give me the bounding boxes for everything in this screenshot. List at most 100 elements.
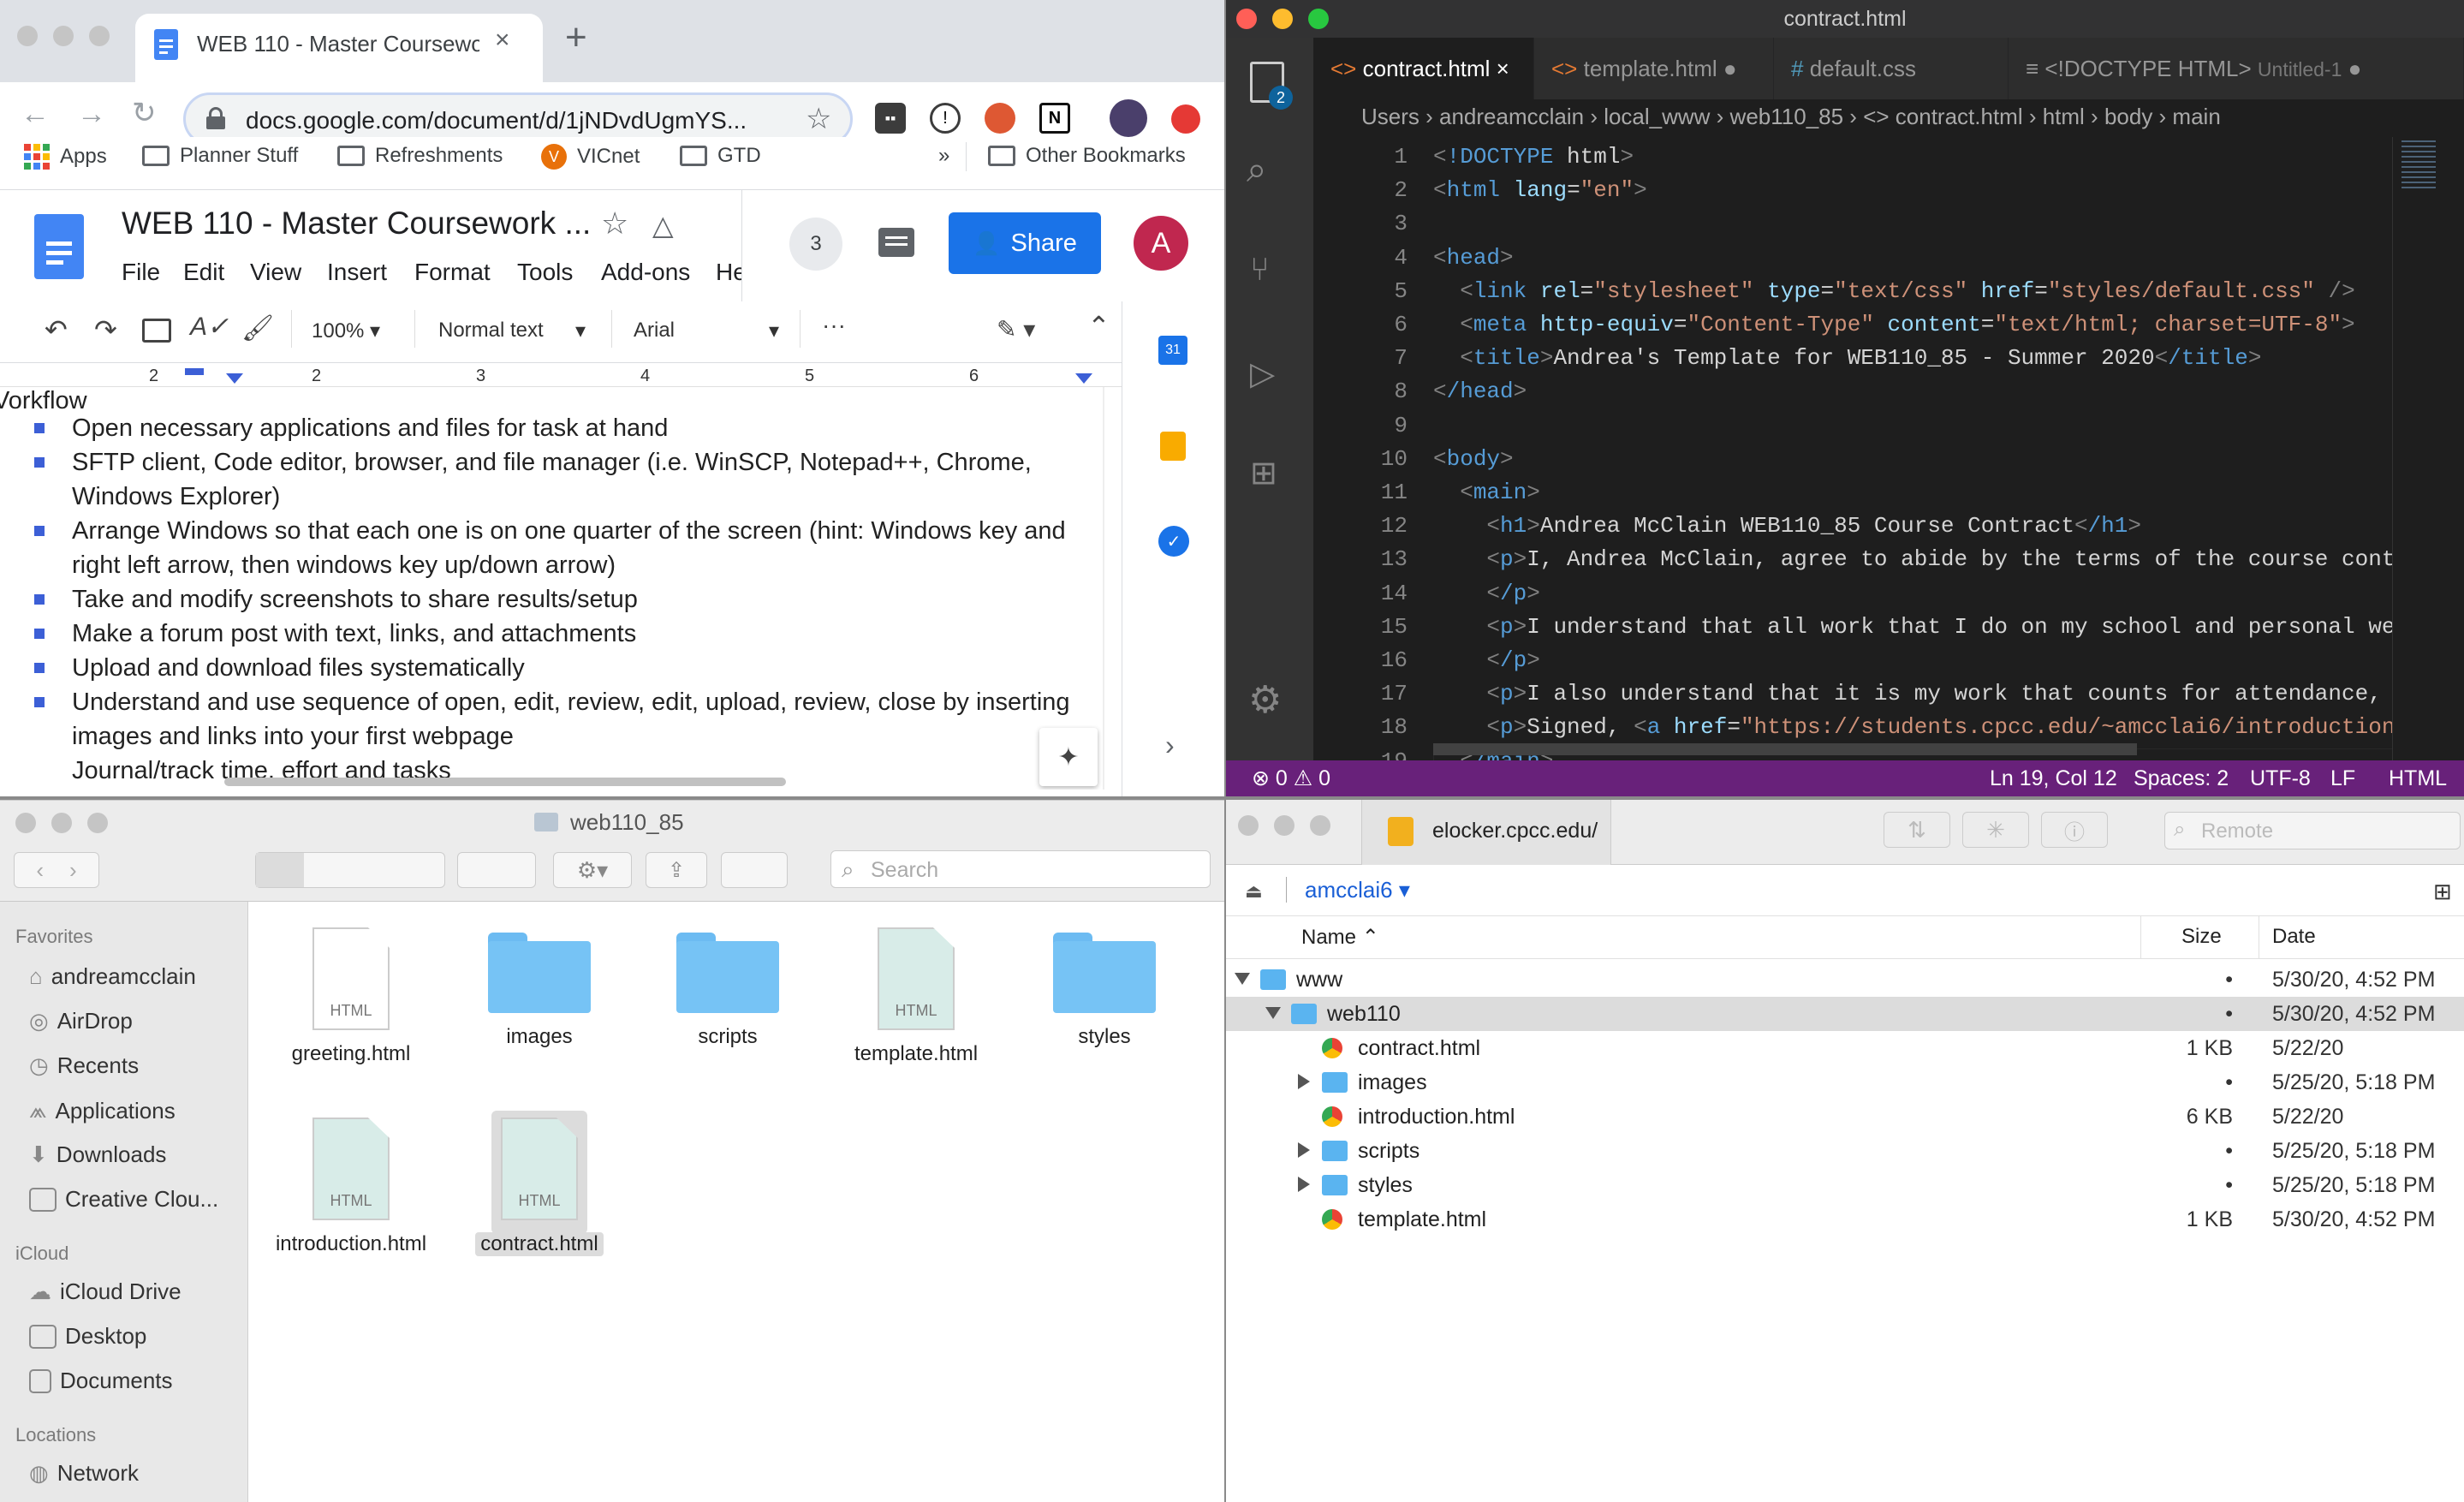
bookmark-apps[interactable]: Apps [24,144,107,170]
document-body[interactable]: Vorkflow Open necessary applications and… [0,387,1104,790]
close-tab-icon[interactable]: × [495,26,510,55]
indentation-status[interactable]: Spaces: 2 [2134,760,2229,796]
icon-view-icon[interactable] [256,853,304,887]
table-row[interactable]: styles • 5/25/20, 5:18 PM [1226,1168,2464,1202]
zoom-window-button[interactable] [87,813,108,833]
more-tools-button[interactable]: ··· [822,312,846,339]
sidebar-item-network[interactable]: ◍ Network [29,1460,139,1487]
close-window-button[interactable] [1236,9,1257,29]
menu-addons[interactable]: Add-ons [601,259,690,286]
profile-avatar[interactable] [1110,99,1147,137]
breadcrumb[interactable]: Users › andreamcclain › local_www › web1… [1313,99,2464,137]
table-row[interactable]: web110 • 5/30/20, 4:52 PM [1226,997,2464,1031]
minimize-window-button[interactable] [1272,9,1293,29]
table-row[interactable]: introduction.html 6 KB 5/22/20 [1226,1100,2464,1134]
duckduckgo-icon[interactable] [985,103,1015,134]
code-line[interactable]: </p> [1433,581,1539,606]
grid-view-icon[interactable]: ⊞ [2433,879,2452,905]
eol-status[interactable]: LF [2330,760,2355,796]
share-button[interactable]: 👤 Share [949,212,1101,274]
code-line[interactable]: <p>I, Andrea McClain, agree to abide by … [1433,546,2464,572]
tab-docs[interactable]: WEB 110 - Master Coursework × [135,14,543,82]
collaborators-count[interactable]: 3 [789,218,842,271]
bookmark-refreshments[interactable]: Refreshments [337,144,503,168]
disclosure-closed-icon[interactable] [1298,1177,1310,1192]
server-tab[interactable]: elocker.cpcc.edu/ [1361,800,1611,865]
document-title[interactable]: WEB 110 - Master Coursework ... [122,206,591,241]
close-window-button[interactable] [1238,815,1259,836]
file-item[interactable]: styles [1019,927,1190,1049]
forward-icon[interactable]: › [69,857,77,884]
eject-icon[interactable]: ⏏ [1245,880,1263,903]
right-margin-marker[interactable] [1075,373,1092,384]
tag-button[interactable] [721,852,788,888]
col-name-header[interactable]: Name ⌃ [1301,925,1379,950]
code-line[interactable]: <head> [1433,245,1514,271]
code-line[interactable]: <main> [1433,480,1540,505]
collapse-menu-icon[interactable]: ⌃ [1087,310,1110,343]
account-avatar[interactable]: A [1134,216,1188,271]
menu-file[interactable]: File [122,259,160,286]
minimap[interactable] [2392,137,2464,760]
back-icon[interactable]: ← [21,98,50,131]
search-field[interactable]: ⌕ Search [830,850,1211,888]
run-debug-icon[interactable]: ▷ [1250,355,1275,393]
view-mode-buttons[interactable] [255,852,445,888]
table-row[interactable]: scripts • 5/25/20, 5:18 PM [1226,1134,2464,1168]
tab-contract-html[interactable]: <> contract.html × [1313,38,1534,99]
tab-template-html[interactable]: <> template.html ● [1534,38,1774,99]
source-control-icon[interactable]: ⑂ [1250,252,1270,289]
close-window-button[interactable] [15,813,36,833]
code-line[interactable]: <!DOCTYPE html> [1433,144,1634,170]
file-item[interactable]: HTML contract.html [454,1111,625,1256]
file-item[interactable]: HTML greeting.html [265,927,437,1066]
file-item[interactable]: HTML template.html [830,927,1002,1066]
problems-status[interactable]: ⊗ 0 ⚠ 0 [1252,760,1330,796]
code-line[interactable]: <link rel="stylesheet" type="text/css" h… [1433,278,2355,304]
extension-icon-red[interactable] [1171,104,1200,134]
remote-search[interactable]: ⌕ Remote [2164,812,2461,849]
zoom-window-button[interactable] [1308,9,1329,29]
keep-icon[interactable] [1160,432,1186,461]
extension-icon-1[interactable]: ▪▪ [875,103,906,134]
tab-default-css[interactable]: # default.css [1774,38,2009,99]
sidebar-item-creative-cloud[interactable]: Creative Clou... [29,1186,218,1213]
minimize-window-button[interactable] [53,26,74,46]
search-icon[interactable]: ⌕ [1247,149,1267,191]
menu-edit[interactable]: Edit [183,259,224,286]
drive-move-icon[interactable]: △ [652,209,674,241]
group-button[interactable] [457,852,536,888]
zoom-select[interactable]: 100% ▾ [312,319,380,343]
disclosure-closed-icon[interactable] [1298,1142,1310,1158]
file-item[interactable]: images [454,927,625,1049]
code-line[interactable]: <p>I also understand that it is my work … [1433,681,2464,706]
code-line[interactable]: <p>I understand that all work that I do … [1433,614,2464,640]
notion-icon[interactable]: N [1039,103,1070,134]
comment-icon[interactable] [878,228,914,257]
code-line[interactable]: <title>Andrea's Template for WEB110_85 -… [1433,345,2261,371]
path-select[interactable]: amcclai6 ▾ [1305,877,1410,903]
menu-format[interactable]: Format [414,259,491,286]
print-icon[interactable] [142,319,171,343]
zoom-window-button[interactable] [1310,815,1330,836]
menu-view[interactable]: View [250,259,301,286]
back-forward-buttons[interactable]: ‹ › [14,852,99,888]
file-item[interactable]: HTML introduction.html [265,1118,437,1256]
table-row[interactable]: www • 5/30/20, 4:52 PM [1226,963,2464,997]
minimize-window-button[interactable] [1274,815,1294,836]
tasks-icon[interactable]: ✓ [1158,526,1189,557]
code-line[interactable]: <body> [1433,446,1514,472]
finder-content[interactable]: HTML greeting.html images scripts HTML templa… [248,902,1224,1502]
sidebar-item-icloud-drive[interactable]: ☁ iCloud Drive [29,1278,182,1305]
disclosure-closed-icon[interactable] [1298,1074,1310,1089]
left-margin-marker[interactable] [226,373,243,384]
explore-icon[interactable]: ✦ [1039,728,1098,786]
undo-icon[interactable]: ↶ [45,313,68,346]
col-date-header[interactable]: Date [2272,925,2316,949]
language-mode[interactable]: HTML [2389,760,2447,796]
unsaved-dot-icon[interactable]: ● [1723,56,1737,81]
forward-icon[interactable]: → [77,98,106,131]
share-icon[interactable]: ⇪ [646,852,707,888]
code-line[interactable]: <h1>Andrea McClain WEB110_85 Course Cont… [1433,513,2141,539]
bookmark-star-icon[interactable]: ☆ [806,102,831,136]
